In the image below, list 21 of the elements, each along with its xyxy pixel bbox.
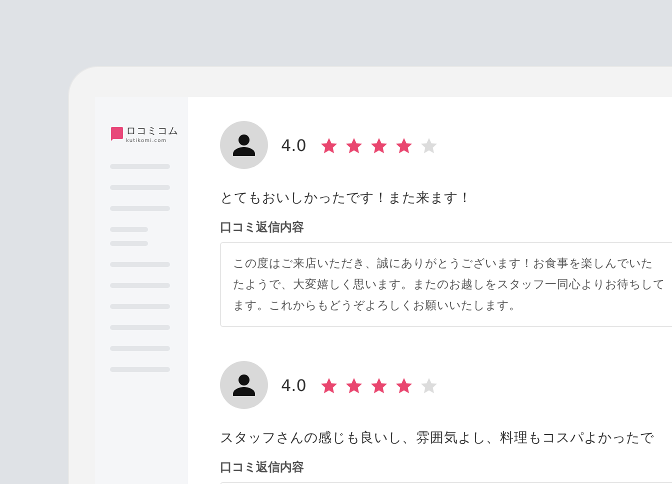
star-icon [420,136,438,154]
star-icon [320,136,338,154]
star-icon [370,376,388,394]
speech-bubble-icon [110,127,123,141]
star-icon [395,136,414,154]
user-avatar-icon [220,361,268,409]
reply-label: 口コミ返信内容 [220,459,305,476]
star-icon [420,376,438,394]
rating-score: 4.0 [281,136,306,154]
rating-score: 4.0 [281,376,306,394]
review-comment: スタッフさんの感じも良いし、雰囲気よし、料理もコスパよかったで [220,429,655,447]
reply-label: 口コミ返信内容 [220,219,305,236]
reply-field[interactable]: この度はご来店いただき、誠にありがとうございます！お食事を楽しんでいた たようで、大変嬉しく思います。またのお越しをスタッフ一同心よりお待ちして ます。これからもどうぞよろしくお願いいたします。 [220,242,672,327]
star-icon [395,376,414,394]
star-icon [345,376,364,394]
star-icon [370,136,388,154]
user-avatar-icon [220,121,268,169]
star-icon [345,136,364,154]
brand-name: ロコミコム [126,126,178,138]
review-comment: とてもおいしかったです！また来ます！ [220,189,473,207]
star-icon [320,376,338,394]
